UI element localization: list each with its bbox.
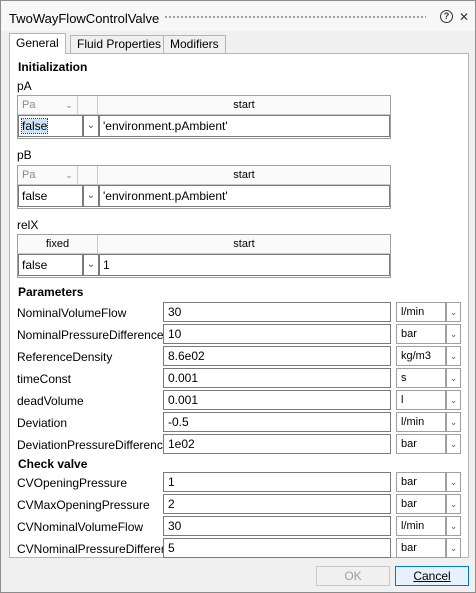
param-input[interactable]: 5 xyxy=(163,538,391,558)
check-valve-heading: Check valve xyxy=(18,457,88,471)
unit-select[interactable]: bar xyxy=(396,434,446,454)
chevron-down-icon[interactable]: ⌄ xyxy=(446,538,461,558)
param-input[interactable]: 30 xyxy=(163,516,391,536)
chevron-down-icon[interactable]: ⌄ xyxy=(446,324,461,344)
unit-select[interactable]: bar xyxy=(396,494,446,514)
relx-start-header: start xyxy=(98,235,390,254)
unit-select[interactable]: bar xyxy=(396,472,446,492)
chevron-down-icon[interactable]: ⌄ xyxy=(446,390,461,410)
chevron-down-icon[interactable]: ⌄ xyxy=(446,434,461,454)
tab-bar: General Fluid Properties Modifiers xyxy=(9,33,469,54)
pb-label: pB xyxy=(17,148,32,162)
pb-start-input[interactable]: 'environment.pAmbient' xyxy=(99,185,390,207)
pb-blank-header xyxy=(78,166,98,185)
chevron-down-icon[interactable]: ⌄ xyxy=(446,346,461,366)
window-title: TwoWayFlowControlValve xyxy=(9,11,160,26)
relx-label: relX xyxy=(17,218,39,232)
pa-start-input[interactable]: 'environment.pAmbient' xyxy=(99,115,390,137)
param-label: CVMaxOpeningPressure xyxy=(17,498,150,512)
chevron-down-icon[interactable]: ⌄ xyxy=(446,516,461,536)
param-label: timeConst xyxy=(17,372,72,386)
pb-grid: Pa ⌄ start false ⌄ 'environment.pAmbient… xyxy=(17,165,391,209)
pb-start-header: start xyxy=(98,166,390,185)
relx-fixed-select[interactable]: false xyxy=(18,254,83,276)
relx-start-input[interactable]: 1 xyxy=(99,254,390,276)
param-input[interactable]: 2 xyxy=(163,494,391,514)
param-input[interactable]: 1e02 xyxy=(163,434,391,454)
param-input[interactable]: 0.001 xyxy=(163,368,391,388)
chevron-down-icon[interactable]: ⌄ xyxy=(83,185,99,207)
chevron-down-icon[interactable]: ⌄ xyxy=(446,472,461,492)
param-label: ReferenceDensity xyxy=(17,350,113,364)
param-input[interactable]: 30 xyxy=(163,302,391,322)
tab-general[interactable]: General xyxy=(9,33,66,54)
parameters-heading: Parameters xyxy=(18,285,84,299)
param-label: CVOpeningPressure xyxy=(17,476,128,490)
unit-select[interactable]: kg/m3 xyxy=(396,346,446,366)
pa-label: pA xyxy=(17,79,32,93)
param-label: DeviationPressureDifference xyxy=(17,438,170,452)
unit-select[interactable]: l/min xyxy=(396,412,446,432)
unit-select[interactable]: l/min xyxy=(396,516,446,536)
unit-select[interactable]: s xyxy=(396,368,446,388)
pa-grid: Pa ⌄ start false ⌄ 'environment.pAmbient… xyxy=(17,95,391,139)
title-bar[interactable]: TwoWayFlowControlValve ? ✕ xyxy=(1,1,475,31)
pa-fixed-select[interactable]: false xyxy=(18,115,83,137)
pb-fixed-select[interactable]: false xyxy=(18,185,83,207)
chevron-down-icon[interactable]: ⌄ xyxy=(62,98,76,112)
param-label: NominalVolumeFlow xyxy=(17,306,127,320)
param-label: NominalPressureDifference xyxy=(17,328,164,342)
chevron-down-icon[interactable]: ⌄ xyxy=(446,412,461,432)
param-label: CVNominalPressureDifference xyxy=(17,542,181,556)
unit-select[interactable]: bar xyxy=(396,538,446,558)
chevron-down-icon[interactable]: ⌄ xyxy=(83,115,99,137)
param-input[interactable]: 8.6e02 xyxy=(163,346,391,366)
drag-grip-icon[interactable] xyxy=(164,15,426,20)
pa-start-header: start xyxy=(98,96,390,115)
param-label: CVNominalVolumeFlow xyxy=(17,520,144,534)
param-input[interactable]: 10 xyxy=(163,324,391,344)
chevron-down-icon[interactable]: ⌄ xyxy=(446,494,461,514)
param-label: deadVolume xyxy=(17,394,84,408)
chevron-down-icon[interactable]: ⌄ xyxy=(83,254,99,276)
tab-fluid-properties[interactable]: Fluid Properties xyxy=(70,35,169,53)
unit-select[interactable]: bar xyxy=(396,324,446,344)
initialization-heading: Initialization xyxy=(18,60,88,74)
close-icon[interactable]: ✕ xyxy=(459,10,469,24)
help-icon[interactable]: ? xyxy=(440,10,453,23)
ok-button[interactable]: OK xyxy=(316,566,390,586)
pa-blank-header xyxy=(78,96,98,115)
param-input[interactable]: 0.001 xyxy=(163,390,391,410)
relx-fixed-header: fixed xyxy=(18,235,98,254)
chevron-down-icon[interactable]: ⌄ xyxy=(62,168,76,182)
dialog-window: TwoWayFlowControlValve ? ✕ General Fluid… xyxy=(0,0,476,593)
general-panel: Initialization pA Pa ⌄ start false ⌄ 'en… xyxy=(9,53,469,558)
param-input[interactable]: 1 xyxy=(163,472,391,492)
chevron-down-icon[interactable]: ⌄ xyxy=(446,302,461,322)
unit-select[interactable]: l/min xyxy=(396,302,446,322)
chevron-down-icon[interactable]: ⌄ xyxy=(446,368,461,388)
unit-select[interactable]: l xyxy=(396,390,446,410)
relx-grid: fixed start false ⌄ 1 xyxy=(17,234,391,278)
param-input[interactable]: -0.5 xyxy=(163,412,391,432)
param-label: Deviation xyxy=(17,416,68,430)
cancel-button[interactable]: Cancel xyxy=(395,566,469,586)
tab-modifiers[interactable]: Modifiers xyxy=(163,35,226,53)
